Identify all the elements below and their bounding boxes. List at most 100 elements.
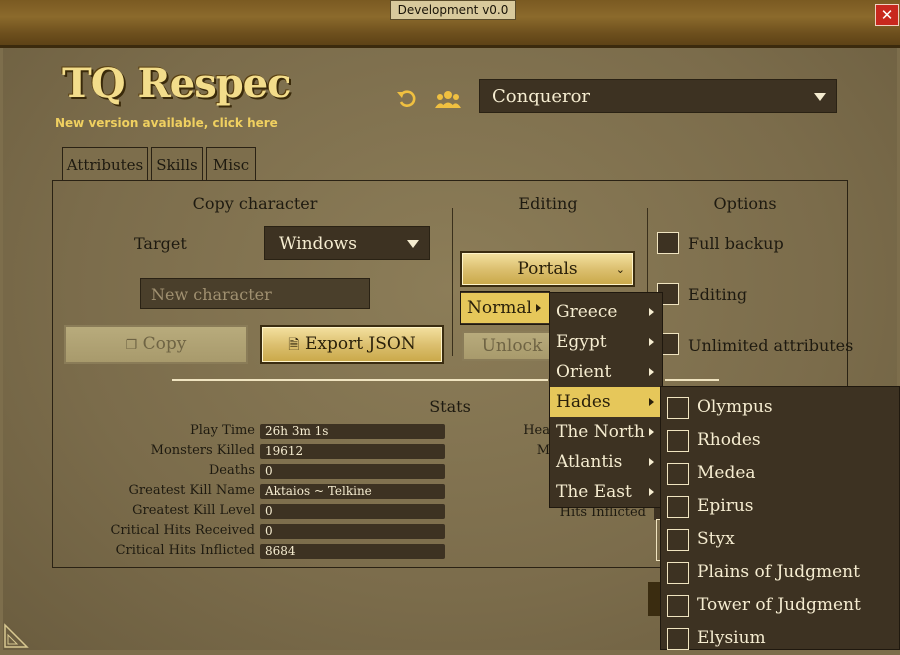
export-json-button-label: Export JSON <box>304 334 416 354</box>
portals-button[interactable]: Portals ⌄ <box>460 251 635 287</box>
menu-item-the-north[interactable]: The North <box>550 417 662 447</box>
menu-item-orient[interactable]: Orient <box>550 357 662 387</box>
menu-item-label: Styx <box>697 529 735 549</box>
menu-item-label: Tower of Judgment <box>697 595 861 615</box>
editing-label: Editing <box>688 285 748 304</box>
full-backup-checkbox[interactable] <box>657 232 679 254</box>
chevron-right-icon <box>649 338 654 346</box>
menu-item-label: Plains of Judgment <box>697 562 860 582</box>
menu-item-label: Greece <box>556 302 618 322</box>
undo-icon[interactable] <box>396 88 418 110</box>
menu-item-epirus[interactable]: Epirus <box>661 490 899 523</box>
character-select[interactable]: Conqueror <box>479 79 837 113</box>
menu-item-hades[interactable]: Hades <box>550 387 662 417</box>
menu-item-egypt[interactable]: Egypt <box>550 327 662 357</box>
stat-label: Play Time <box>190 423 255 438</box>
new-character-input[interactable]: New character <box>140 278 370 309</box>
stat-value: 0 <box>260 524 445 539</box>
copy-button[interactable]: ❐ Copy <box>64 325 248 364</box>
epirus-checkbox[interactable] <box>667 496 689 518</box>
window-title: Development v0.0 <box>390 0 516 20</box>
chevron-down-icon <box>407 240 419 248</box>
copy-character-heading: Copy character <box>192 194 318 213</box>
section-divider <box>452 208 453 356</box>
styx-checkbox[interactable] <box>667 529 689 551</box>
menu-item-label: Orient <box>556 362 612 382</box>
menu-item-label: Epirus <box>697 496 754 516</box>
resize-grip-icon[interactable] <box>3 623 29 649</box>
chevron-down-icon: ⌄ <box>615 263 625 276</box>
unlimited-attributes-label: Unlimited attributes <box>688 336 854 355</box>
stats-heading: Stats <box>429 397 471 416</box>
target-select-value: Windows <box>279 234 357 254</box>
menu-item-label: Hades <box>556 392 611 412</box>
region-menu: Greece Egypt Orient Hades The North Atla… <box>549 292 663 508</box>
app-title: TQ Respec <box>62 60 292 107</box>
chevron-right-icon <box>649 488 654 496</box>
stat-label: Critical Hits Received <box>110 523 255 538</box>
stats-divider <box>172 379 548 381</box>
users-icon[interactable] <box>435 88 461 110</box>
copy-button-label: Copy <box>142 334 187 354</box>
unlock-button[interactable]: Unlock <box>462 331 562 361</box>
chevron-right-icon <box>649 428 654 436</box>
tab-skills[interactable]: Skills <box>151 147 203 181</box>
stat-label-right: Hea <box>523 423 550 438</box>
olympus-checkbox[interactable] <box>667 397 689 419</box>
chevron-right-icon <box>649 368 654 376</box>
stat-value: 0 <box>260 504 445 519</box>
plains-of-judgment-checkbox[interactable] <box>667 562 689 584</box>
stat-label: Critical Hits Inflicted <box>115 543 255 558</box>
tower-of-judgment-checkbox[interactable] <box>667 595 689 617</box>
options-divider <box>665 379 719 381</box>
chevron-right-icon <box>649 458 654 466</box>
menu-item-normal[interactable]: Normal <box>461 293 549 323</box>
menu-item-rhodes[interactable]: Rhodes <box>661 424 899 457</box>
chevron-right-icon <box>649 398 654 406</box>
menu-item-olympus[interactable]: Olympus <box>661 391 899 424</box>
update-link[interactable]: New version available, click here <box>55 116 278 130</box>
chevron-down-icon <box>814 93 826 101</box>
difficulty-menu: Normal <box>460 291 550 325</box>
target-select[interactable]: Windows <box>264 226 430 260</box>
menu-item-label: The East <box>556 482 632 502</box>
close-button[interactable]: ✕ <box>875 4 899 26</box>
stat-label: Greatest Kill Level <box>132 503 255 518</box>
file-export-icon: 🗎 <box>288 337 300 353</box>
menu-item-label: Rhodes <box>697 430 761 450</box>
menu-item-medea[interactable]: Medea <box>661 457 899 490</box>
menu-item-label: Olympus <box>697 397 773 417</box>
portals-button-label: Portals <box>517 259 578 279</box>
export-json-button[interactable]: 🗎 Export JSON <box>260 325 444 364</box>
menu-item-greece[interactable]: Greece <box>550 297 662 327</box>
chevron-right-icon <box>649 308 654 316</box>
tab-attributes[interactable]: Attributes <box>62 147 148 181</box>
stat-label: Monsters Killed <box>150 443 255 458</box>
full-backup-label: Full backup <box>688 234 784 253</box>
copy-icon: ❐ <box>125 338 138 353</box>
stat-value: 0 <box>260 464 445 479</box>
menu-item-elysium[interactable]: Elysium <box>661 622 899 655</box>
stat-value: Aktaios ~ Telkine <box>260 484 445 499</box>
menu-item-atlantis[interactable]: Atlantis <box>550 447 662 477</box>
tab-misc[interactable]: Misc <box>206 147 256 181</box>
chevron-right-icon <box>536 304 541 312</box>
elysium-checkbox[interactable] <box>667 628 689 650</box>
stat-label-right: M <box>536 443 550 458</box>
medea-checkbox[interactable] <box>667 463 689 485</box>
stat-label: Deaths <box>208 463 255 478</box>
menu-item-label: Medea <box>697 463 756 483</box>
menu-item-tower-of-judgment[interactable]: Tower of Judgment <box>661 589 899 622</box>
menu-item-label: Atlantis <box>556 452 623 472</box>
menu-item-label: Elysium <box>697 628 766 648</box>
stat-value: 8684 <box>260 544 445 559</box>
rhodes-checkbox[interactable] <box>667 430 689 452</box>
character-select-value: Conqueror <box>492 86 591 107</box>
options-heading: Options <box>713 194 777 213</box>
menu-item-label: The North <box>556 422 645 442</box>
menu-item-label: Egypt <box>556 332 607 352</box>
menu-item-styx[interactable]: Styx <box>661 523 899 556</box>
menu-item-plains-of-judgment[interactable]: Plains of Judgment <box>661 556 899 589</box>
menu-item-the-east[interactable]: The East <box>550 477 662 507</box>
hades-submenu: Olympus Rhodes Medea Epirus Styx Plains … <box>660 386 900 650</box>
